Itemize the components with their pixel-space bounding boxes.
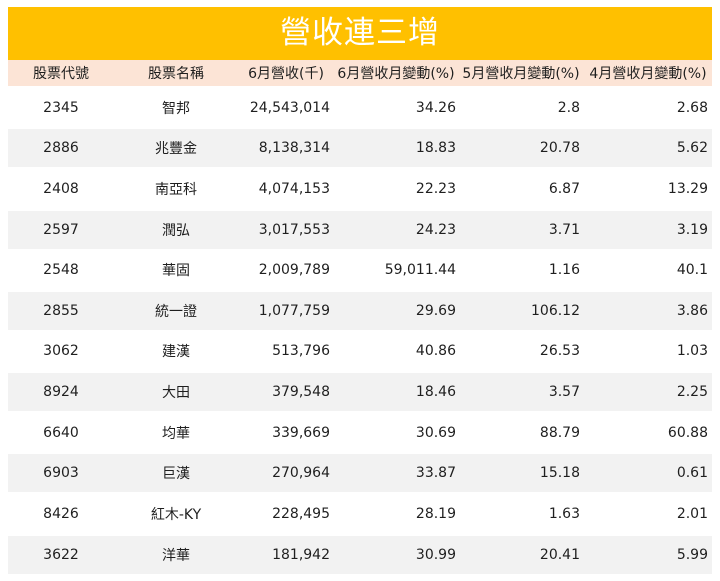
cell-june-change: 24.23 — [415, 221, 456, 238]
cell-april-change: 40.1 — [676, 262, 708, 279]
header-june-change: 6月營收月變動(%) — [337, 66, 455, 82]
cell-june-revenue: 1,077,759 — [258, 302, 330, 319]
cell-stock-code: 2597 — [43, 221, 79, 238]
revenue-table: 營收連三增 股票代號 股票名稱 6月營收(千) 6月營收月變動(%) 5月營收月… — [8, 7, 712, 574]
table-row: 8426 紅木-KY 228,495 28.19 1.63 2.01 — [8, 495, 712, 533]
cell-may-change: 3.57 — [548, 384, 580, 401]
table-row: 2408 南亞科 4,074,153 22.23 6.87 13.29 — [8, 170, 712, 208]
cell-june-change: 30.69 — [415, 424, 456, 441]
header-april-change: 4月營收月變動(%) — [589, 66, 707, 82]
cell-stock-name: 兆豐金 — [155, 141, 197, 158]
cell-april-change: 5.62 — [676, 140, 708, 157]
cell-april-change: 13.29 — [667, 180, 708, 197]
table-row: 6903 巨漢 270,964 33.87 15.18 0.61 — [8, 454, 712, 493]
cell-april-change: 3.86 — [676, 302, 708, 319]
cell-may-change: 2.8 — [557, 99, 580, 116]
cell-stock-code: 6640 — [43, 424, 79, 441]
table-row: 3062 建漢 513,796 40.86 26.53 1.03 — [8, 332, 712, 370]
cell-may-change: 15.18 — [539, 465, 580, 482]
cell-june-revenue: 24,543,014 — [249, 99, 330, 116]
cell-may-change: 20.78 — [539, 140, 580, 157]
table-title: 營收連三增 — [8, 7, 712, 60]
cell-june-revenue: 228,495 — [272, 506, 330, 523]
table-row: 2886 兆豐金 8,138,314 18.83 20.78 5.62 — [8, 129, 712, 168]
cell-june-change: 22.23 — [415, 180, 456, 197]
cell-june-change: 18.83 — [415, 140, 456, 157]
cell-april-change: 2.25 — [676, 384, 708, 401]
cell-june-revenue: 3,017,553 — [258, 221, 330, 238]
cell-stock-name: 智邦 — [162, 100, 190, 117]
cell-may-change: 106.12 — [531, 302, 580, 319]
table-row: 8924 大田 379,548 18.46 3.57 2.25 — [8, 373, 712, 412]
cell-stock-name: 華固 — [162, 263, 190, 280]
cell-may-change: 20.41 — [539, 546, 580, 563]
cell-stock-code: 2345 — [43, 99, 79, 116]
table-row: 2597 潤弘 3,017,553 24.23 3.71 3.19 — [8, 210, 712, 249]
table-row: 3622 洋華 181,942 30.99 20.41 5.99 — [8, 535, 712, 574]
cell-stock-code: 8924 — [43, 384, 79, 401]
cell-june-change: 33.87 — [415, 465, 456, 482]
cell-stock-name: 均華 — [162, 425, 190, 442]
cell-june-change: 30.99 — [415, 546, 456, 563]
cell-stock-code: 2886 — [43, 140, 79, 157]
cell-june-revenue: 339,669 — [272, 424, 330, 441]
cell-april-change: 60.88 — [667, 424, 708, 441]
cell-may-change: 88.79 — [539, 424, 580, 441]
cell-stock-code: 3062 — [43, 343, 79, 360]
header-stock-code: 股票代號 — [33, 66, 89, 82]
cell-june-change: 18.46 — [415, 384, 456, 401]
header-june-revenue: 6月營收(千) — [248, 66, 324, 82]
cell-april-change: 0.61 — [676, 465, 708, 482]
cell-stock-code: 2855 — [43, 302, 79, 319]
cell-may-change: 1.16 — [548, 262, 580, 279]
table-row: 6640 均華 339,669 30.69 88.79 60.88 — [8, 414, 712, 452]
cell-april-change: 2.68 — [676, 99, 708, 116]
cell-stock-name: 潤弘 — [162, 222, 190, 239]
table-row: 2345 智邦 24,543,014 34.26 2.8 2.68 — [8, 89, 712, 127]
cell-april-change: 1.03 — [676, 343, 708, 360]
cell-june-revenue: 513,796 — [272, 343, 330, 360]
cell-may-change: 3.71 — [548, 221, 580, 238]
cell-april-change: 5.99 — [676, 546, 708, 563]
cell-june-change: 40.86 — [415, 343, 456, 360]
cell-june-revenue: 270,964 — [272, 465, 330, 482]
cell-stock-name: 南亞科 — [155, 181, 197, 198]
cell-may-change: 26.53 — [539, 343, 580, 360]
cell-stock-code: 8426 — [43, 506, 79, 523]
header-may-change: 5月營收月變動(%) — [462, 66, 580, 82]
table-body: 2345 智邦 24,543,014 34.26 2.8 2.68 2886 兆… — [8, 89, 712, 574]
cell-june-change: 34.26 — [415, 99, 456, 116]
cell-stock-code: 6903 — [43, 465, 79, 482]
cell-april-change: 2.01 — [676, 506, 708, 523]
cell-june-change: 28.19 — [415, 506, 456, 523]
table-row: 2855 統一證 1,077,759 29.69 106.12 3.86 — [8, 291, 712, 330]
cell-june-change: 59,011.44 — [384, 262, 456, 279]
cell-stock-name: 洋華 — [162, 547, 190, 564]
header-stock-name: 股票名稱 — [148, 66, 204, 82]
cell-april-change: 3.19 — [676, 221, 708, 238]
cell-june-revenue: 2,009,789 — [258, 262, 330, 279]
header-row: 股票代號 股票名稱 6月營收(千) 6月營收月變動(%) 5月營收月變動(%) … — [8, 60, 712, 86]
cell-stock-code: 3622 — [43, 546, 79, 563]
cell-may-change: 6.87 — [548, 180, 580, 197]
cell-stock-name: 紅木-KY — [150, 507, 202, 524]
cell-may-change: 1.63 — [548, 506, 580, 523]
cell-stock-code: 2408 — [43, 180, 79, 197]
cell-june-change: 29.69 — [415, 302, 456, 319]
cell-stock-name: 建漢 — [162, 344, 190, 361]
cell-june-revenue: 181,942 — [272, 546, 330, 563]
cell-june-revenue: 4,074,153 — [258, 180, 330, 197]
cell-june-revenue: 379,548 — [272, 384, 330, 401]
cell-stock-name: 大田 — [162, 385, 190, 402]
cell-stock-name: 巨漢 — [162, 466, 190, 483]
cell-june-revenue: 8,138,314 — [258, 140, 330, 157]
table-row: 2548 華固 2,009,789 59,011.44 1.16 40.1 — [8, 251, 712, 289]
cell-stock-name: 統一證 — [155, 303, 197, 320]
cell-stock-code: 2548 — [43, 262, 79, 279]
